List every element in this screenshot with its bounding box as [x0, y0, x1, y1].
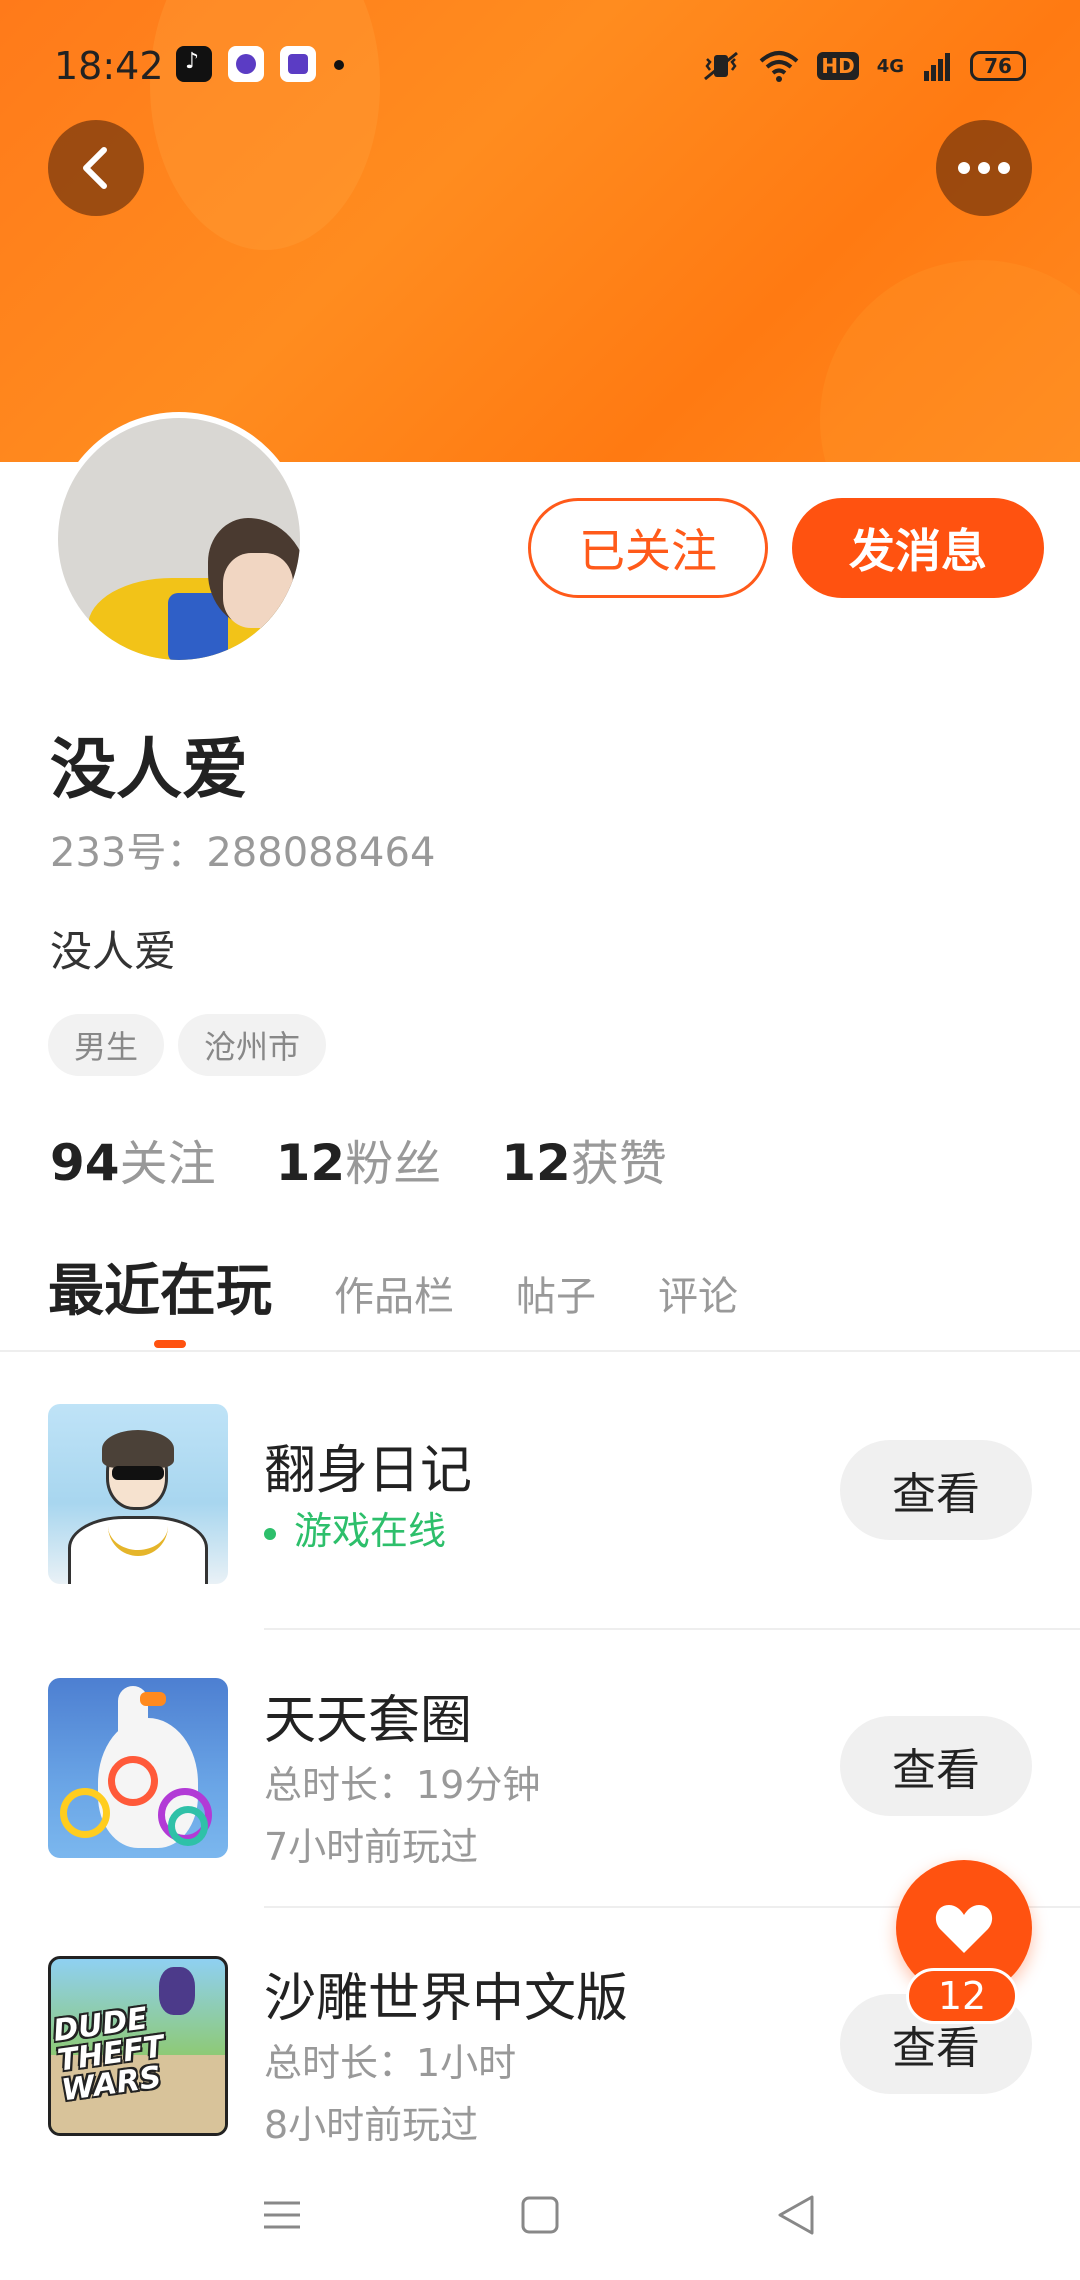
stat-fans[interactable]: 12 粉丝 [276, 1124, 442, 1194]
app-icon [228, 46, 264, 82]
banner-decoration [820, 260, 1080, 462]
game-name: 翻身日记 [264, 1441, 473, 1501]
status-indicators: HD 4G 76 [701, 44, 1026, 88]
game-last-played: 8小时前玩过 [264, 2103, 479, 2147]
notification-dot-icon [334, 60, 344, 70]
profile-tabs: 最近在玩 作品栏 帖子 评论 [48, 1246, 738, 1327]
list-item[interactable]: 天天套圈 总时长：19分钟 7小时前玩过 查看 [0, 1630, 1080, 1906]
stat-following[interactable]: 94 关注 [50, 1124, 216, 1194]
more-button[interactable] [936, 120, 1032, 216]
hd-badge: HD [817, 52, 859, 80]
game-last-played: 7小时前玩过 [264, 1825, 479, 1869]
status-bar: 18:42 ♪ HD 4G 76 [0, 0, 1080, 130]
app-icon [280, 46, 316, 82]
game-name: 沙雕世界中文版 [264, 1969, 629, 2029]
profile-stats: 94 关注 12 粉丝 12 获赞 [50, 1124, 667, 1194]
home-button[interactable] [500, 2180, 580, 2250]
stat-likes[interactable]: 12 获赞 [501, 1124, 667, 1194]
list-item[interactable]: 翻身日记 游戏在线 查看 [0, 1352, 1080, 1628]
game-icon: DUDE THEFT WARS [48, 1956, 228, 2136]
tag-city: 沧州市 [178, 1014, 327, 1076]
back-triangle-icon [778, 2195, 814, 2235]
game-icon [48, 1404, 228, 1584]
followed-button[interactable]: 已关注 [528, 498, 768, 598]
system-nav-bar [0, 2150, 1080, 2280]
wifi-icon [760, 51, 799, 82]
network-label: 4G [876, 55, 904, 77]
game-duration: 总时长：1小时 [264, 2041, 517, 2085]
tab-indicator [154, 1340, 186, 1348]
avatar-image [58, 418, 300, 660]
game-name: 天天套圈 [264, 1691, 473, 1751]
like-count-badge: 12 [906, 1968, 1018, 2024]
send-message-button[interactable]: 发消息 [792, 498, 1044, 598]
game-icon [48, 1678, 228, 1858]
menu-button[interactable] [242, 2180, 322, 2250]
game-status: 游戏在线 [264, 1500, 446, 1555]
tab-recently-played[interactable]: 最近在玩 [48, 1246, 272, 1327]
user-bio: 没人爱 [50, 927, 177, 976]
back-button[interactable] [48, 120, 144, 216]
vibrate-icon [704, 51, 739, 81]
username: 没人爱 [50, 731, 248, 808]
tab-comments[interactable]: 评论 [658, 1264, 738, 1322]
tag-gender: 男生 [48, 1014, 165, 1076]
user-id: 233号：288088464 [50, 830, 436, 876]
view-button[interactable]: 查看 [840, 1716, 1032, 1816]
game-duration: 总时长：19分钟 [264, 1763, 541, 1807]
more-dots-icon [958, 162, 1010, 174]
avatar[interactable] [52, 412, 306, 666]
status-time: 18:42 [54, 44, 164, 88]
tiktok-icon: ♪ [176, 46, 212, 82]
menu-icon [264, 2201, 300, 2229]
system-back-button[interactable] [756, 2180, 836, 2250]
heart-icon [935, 1905, 993, 1953]
home-square-icon [521, 2196, 559, 2234]
view-button[interactable]: 查看 [840, 1440, 1032, 1540]
battery-icon: 76 [970, 51, 1026, 81]
profile-tags: 男生 沧州市 [48, 1014, 327, 1076]
tab-works[interactable]: 作品栏 [334, 1264, 454, 1322]
signal-icon [924, 53, 950, 81]
tab-posts[interactable]: 帖子 [516, 1264, 596, 1322]
online-dot-icon [264, 1527, 276, 1540]
chevron-left-icon [83, 147, 107, 189]
